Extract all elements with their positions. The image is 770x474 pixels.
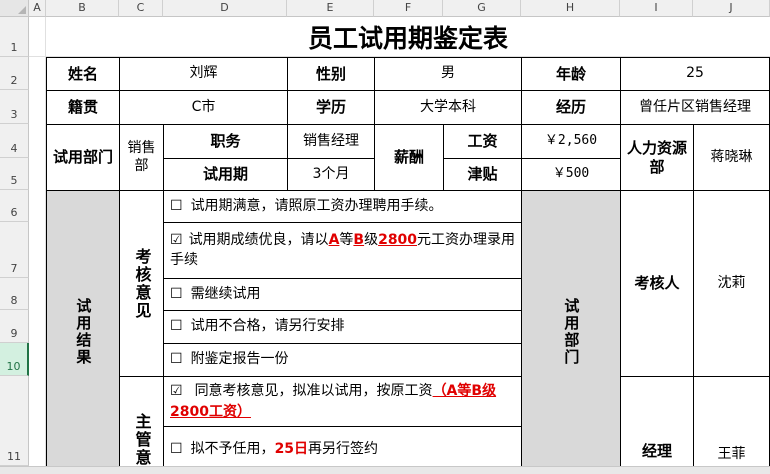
row-header-1[interactable]: 1: [0, 17, 29, 57]
label-base-salary[interactable]: 工资: [443, 124, 522, 159]
row-header-11[interactable]: 11: [0, 376, 29, 466]
row-header-2[interactable]: 2: [0, 57, 29, 90]
checkbox-icon[interactable]: ☐: [170, 199, 183, 213]
checkbox-icon[interactable]: ☐: [170, 351, 183, 369]
value-education[interactable]: 大学本科: [374, 90, 522, 125]
label-age[interactable]: 年龄: [521, 57, 621, 91]
label-supervisor-opinion-text: 主管意: [132, 413, 152, 467]
review-option-5[interactable]: ☐ 附鉴定报告一份: [163, 343, 522, 377]
review-option-5-text: 附鉴定报告一份: [190, 351, 289, 368]
column-header-b[interactable]: B: [46, 0, 119, 17]
review-option-2-grade-a: A: [328, 231, 340, 248]
label-position[interactable]: 职务: [163, 124, 288, 159]
label-name[interactable]: 姓名: [46, 57, 120, 91]
row-header-7[interactable]: 7: [0, 222, 29, 278]
value-base-salary[interactable]: ￥2,560: [521, 124, 621, 159]
label-reviewer[interactable]: 考核人: [620, 190, 694, 377]
column-header-j[interactable]: J: [693, 0, 770, 17]
review-option-1-text: 试用期满意，请照原工资办理聘用手续。: [190, 197, 443, 214]
column-header-a[interactable]: A: [29, 0, 46, 17]
supervisor-option-2-text-a: 拟不予任用，: [190, 441, 275, 458]
label-allowance[interactable]: 津贴: [443, 158, 522, 191]
value-native[interactable]: C市: [119, 90, 288, 125]
page-title[interactable]: 员工试用期鉴定表: [46, 17, 770, 57]
review-option-3[interactable]: ☐ 需继续试用: [163, 278, 522, 311]
label-experience[interactable]: 经历: [521, 90, 621, 125]
row-header-6[interactable]: 6: [0, 190, 29, 222]
supervisor-option-2-date: 25日: [274, 441, 309, 458]
review-option-4[interactable]: ☐ 试用不合格，请另行安排: [163, 310, 522, 344]
label-education[interactable]: 学历: [287, 90, 375, 125]
review-option-1[interactable]: ☐ 试用期满意，请照原工资办理聘用手续。: [163, 190, 522, 223]
label-trial-dept[interactable]: 试用部门: [521, 190, 621, 473]
review-option-4-text: 试用不合格，请另行安排: [190, 318, 345, 335]
review-option-3-text: 需继续试用: [190, 285, 261, 302]
value-reviewer[interactable]: 沈莉: [693, 190, 770, 377]
value-allowance[interactable]: ￥500: [521, 158, 621, 191]
column-header-i[interactable]: I: [620, 0, 693, 17]
label-supervisor-opinion[interactable]: 主管意: [119, 376, 164, 473]
value-name[interactable]: 刘辉: [119, 57, 288, 91]
column-header-h[interactable]: H: [521, 0, 620, 17]
label-review-opinion[interactable]: 考核意见: [119, 190, 164, 377]
value-experience[interactable]: 曾任片区销售经理: [620, 90, 770, 125]
review-option-2[interactable]: ☑ 试用期成绩优良，请以A等B级2800元工资办理录用手续: [163, 222, 522, 279]
supervisor-option-2-text-b: 再另行签约: [308, 441, 379, 458]
review-option-2-text-a: 试用期成绩优良，请以: [188, 231, 329, 248]
row-header-8[interactable]: 8: [0, 278, 29, 310]
label-trial-result-text: 试用结果: [74, 298, 93, 366]
column-header-e[interactable]: E: [287, 0, 374, 17]
review-option-2-grade-b: B: [353, 231, 365, 248]
label-salary[interactable]: 薪酬: [374, 124, 444, 191]
label-hr-dept[interactable]: 人力资源部: [620, 124, 694, 191]
value-position[interactable]: 销售经理: [287, 124, 375, 159]
review-option-2-text-b: 等: [339, 231, 354, 248]
review-option-2-amount: 2800: [378, 231, 418, 248]
value-dept[interactable]: 销售部: [119, 124, 164, 191]
row-header-5[interactable]: 5: [0, 158, 29, 190]
value-period[interactable]: 3个月: [287, 158, 375, 191]
column-header-g[interactable]: G: [443, 0, 521, 17]
column-header-f[interactable]: F: [374, 0, 443, 17]
select-all-corner[interactable]: [0, 0, 29, 17]
value-gender[interactable]: 男: [374, 57, 522, 91]
label-trial-dept-text: 试用部门: [562, 298, 581, 366]
checkbox-icon[interactable]: ☐: [170, 286, 183, 304]
row-header-9[interactable]: 9: [0, 310, 29, 343]
value-manager[interactable]: 王菲: [693, 376, 770, 473]
label-period[interactable]: 试用期: [163, 158, 288, 191]
row-header-3[interactable]: 3: [0, 90, 29, 124]
review-option-2-text-c: 级: [364, 231, 379, 248]
label-gender[interactable]: 性别: [287, 57, 375, 91]
supervisor-option-1[interactable]: ☑ 同意考核意见，拟准以试用，按原工资（A等B级2800工资）: [163, 376, 522, 427]
checked-box-icon[interactable]: ☑: [170, 383, 183, 399]
label-trial-result[interactable]: 试用结果: [46, 190, 120, 473]
checked-box-icon[interactable]: ☑: [170, 232, 183, 248]
value-hr-person[interactable]: 蒋晓琳: [693, 124, 770, 191]
row-header-4[interactable]: 4: [0, 124, 29, 158]
label-native[interactable]: 籍贯: [46, 90, 120, 125]
checkbox-icon[interactable]: ☐: [170, 441, 183, 459]
supervisor-option-1-text: 同意考核意见，拟准以试用，按原工资: [194, 383, 433, 400]
label-dept[interactable]: 试用部门: [46, 124, 120, 191]
value-age[interactable]: 25: [620, 57, 770, 91]
checkbox-icon[interactable]: ☐: [170, 318, 183, 336]
column-header-d[interactable]: D: [163, 0, 287, 17]
column-header-c[interactable]: C: [119, 0, 163, 17]
row-header-10[interactable]: 10: [0, 343, 29, 376]
label-review-opinion-text: 考核意见: [132, 247, 152, 320]
